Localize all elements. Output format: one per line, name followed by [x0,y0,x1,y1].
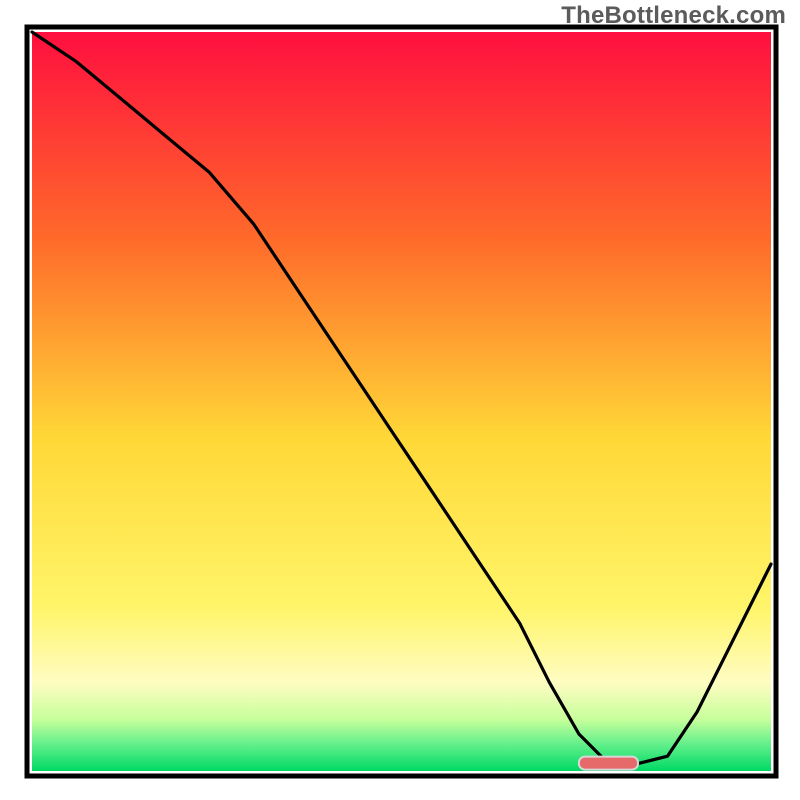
chart-svg [0,0,800,800]
plot-background [32,32,771,771]
watermark-text: TheBottleneck.com [561,2,786,30]
optimum-marker [579,757,638,770]
